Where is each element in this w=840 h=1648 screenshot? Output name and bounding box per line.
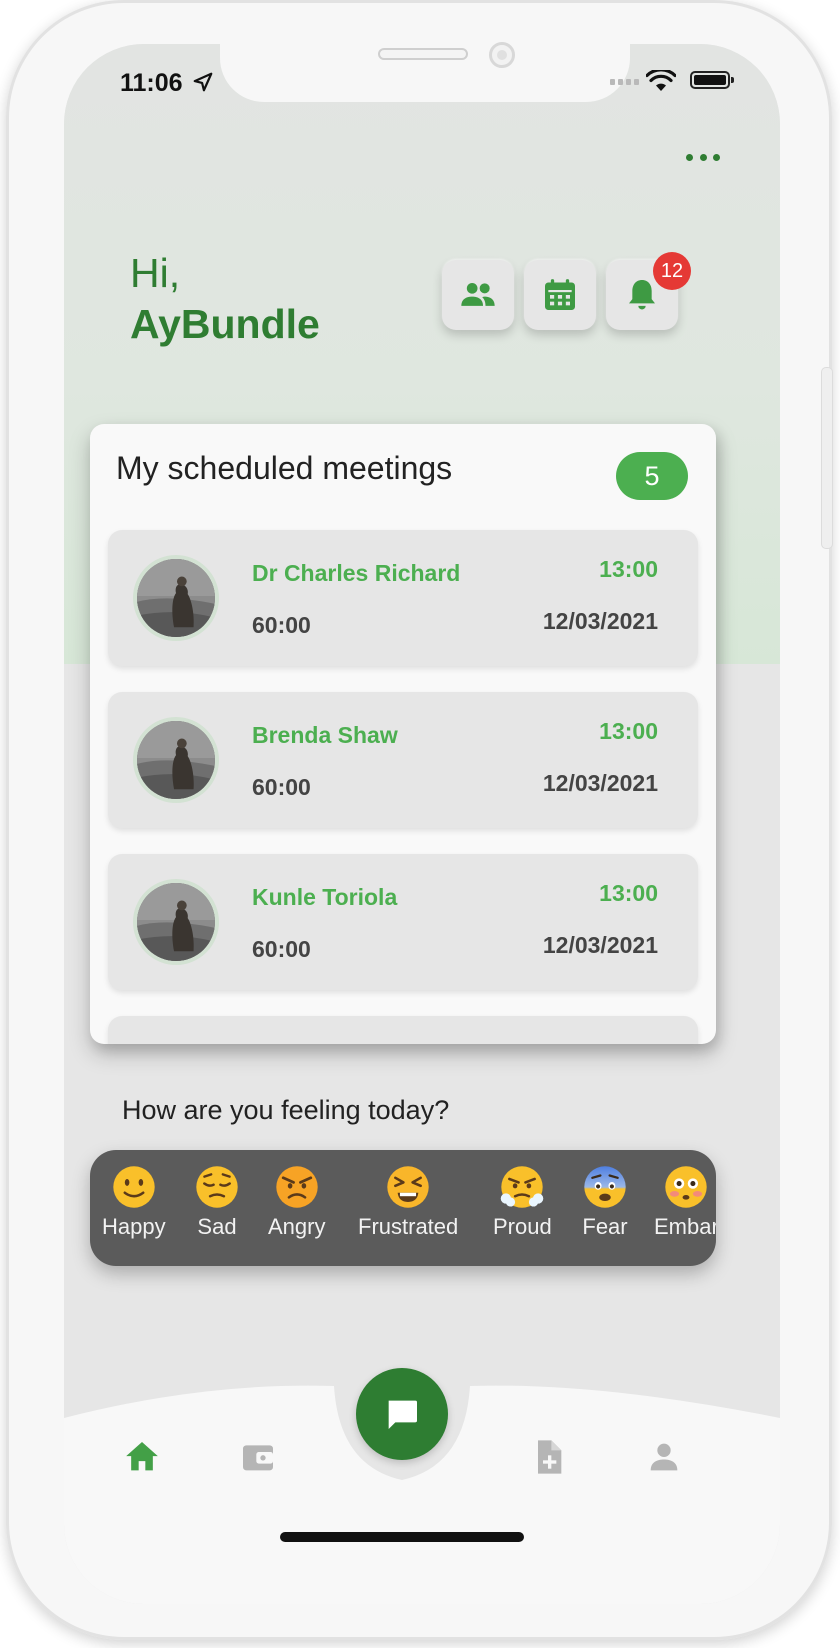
people-button[interactable] (442, 260, 514, 330)
battery-icon (690, 71, 734, 89)
wifi-icon (646, 70, 676, 91)
calendar-button[interactable] (524, 260, 596, 330)
mood-embarrassed[interactable]: Embar (654, 1164, 716, 1240)
meeting-name: Kunle Toriola (252, 884, 398, 910)
front-camera (489, 42, 515, 68)
bottom-navigation (64, 1368, 780, 1604)
mood-happy[interactable]: Happy (102, 1164, 166, 1240)
meeting-item-partial[interactable] (108, 1016, 698, 1044)
pensive-emoji-icon (196, 1166, 238, 1208)
chat-button[interactable] (356, 1368, 448, 1460)
greeting: Hi, (130, 250, 181, 296)
avatar (133, 717, 219, 803)
meeting-duration: 60:00 (252, 774, 311, 800)
meeting-date: 12/03/2021 (542, 608, 658, 634)
meeting-time: 13:00 (599, 556, 658, 582)
meeting-name: Dr Charles Richard (252, 560, 461, 586)
location-arrow-icon (193, 72, 213, 92)
mood-label: Proud (493, 1214, 552, 1239)
avatar (133, 555, 219, 641)
user-name: AyBundle (130, 301, 320, 347)
people-icon (461, 283, 495, 306)
mood-angry[interactable]: Angry (268, 1164, 325, 1240)
mood-label: Fear (582, 1214, 628, 1239)
meeting-item[interactable]: Kunle Toriola 60:00 13:00 12/03/2021 (108, 854, 698, 990)
mood-sad[interactable]: Sad (194, 1164, 240, 1240)
meeting-date: 12/03/2021 (542, 770, 658, 796)
fearful-emoji-icon (584, 1166, 626, 1208)
mood-label: Frustrated (358, 1214, 459, 1239)
home-icon[interactable] (122, 1437, 162, 1477)
meeting-date: 12/03/2021 (542, 932, 658, 958)
mood-selector: Happy Sad Angry Frustrated Proud Fear Em… (90, 1150, 716, 1266)
person-icon[interactable] (644, 1437, 684, 1477)
mood-proud[interactable]: Proud (493, 1164, 552, 1240)
mood-fear[interactable]: Fear (582, 1164, 628, 1240)
meeting-name: Brenda Shaw (252, 722, 398, 748)
phone-frame: 11:06 Hi, AyBundle 12 My scheduled meeti… (6, 0, 832, 1640)
mood-label: Happy (102, 1214, 166, 1239)
side-button (822, 368, 832, 548)
meeting-duration: 60:00 (252, 936, 311, 962)
mood-label: Sad (197, 1214, 237, 1239)
cellular-signal-icon (610, 79, 639, 85)
meetings-title: My scheduled meetings (116, 450, 453, 486)
meeting-item[interactable]: Brenda Shaw 60:00 13:00 12/03/2021 (108, 692, 698, 828)
mood-label: Angry (268, 1214, 326, 1239)
chat-icon (388, 1400, 417, 1429)
meeting-time: 13:00 (599, 718, 658, 744)
home-indicator (280, 1532, 524, 1542)
feelings-title: How are you feeling today? (122, 1095, 450, 1125)
angry-emoji-icon (276, 1166, 318, 1208)
meetings-count-badge: 5 (616, 452, 688, 500)
meeting-time: 13:00 (599, 880, 658, 906)
status-time: 11:06 (120, 69, 183, 97)
app-screen: 11:06 Hi, AyBundle 12 My scheduled meeti… (64, 44, 780, 1604)
notification-badge: 12 (653, 252, 691, 290)
more-menu-icon[interactable] (686, 150, 720, 164)
tired-emoji-icon (387, 1166, 429, 1208)
avatar (133, 879, 219, 965)
mood-frustrated[interactable]: Frustrated (358, 1164, 458, 1240)
scheduled-meetings-card: My scheduled meetings 5 Dr Charles Richa… (90, 424, 716, 1044)
speaker-grille (378, 48, 468, 60)
mood-label: Embar (654, 1214, 716, 1239)
flushed-emoji-icon (665, 1166, 708, 1208)
add-document-icon[interactable] (528, 1437, 568, 1477)
wallet-icon[interactable] (238, 1437, 278, 1477)
smile-emoji-icon (113, 1166, 155, 1208)
triumph-emoji-icon (501, 1166, 544, 1208)
calendar-icon (545, 279, 575, 310)
meeting-duration: 60:00 (252, 612, 311, 638)
meeting-item[interactable]: Dr Charles Richard 60:00 13:00 12/03/202… (108, 530, 698, 666)
